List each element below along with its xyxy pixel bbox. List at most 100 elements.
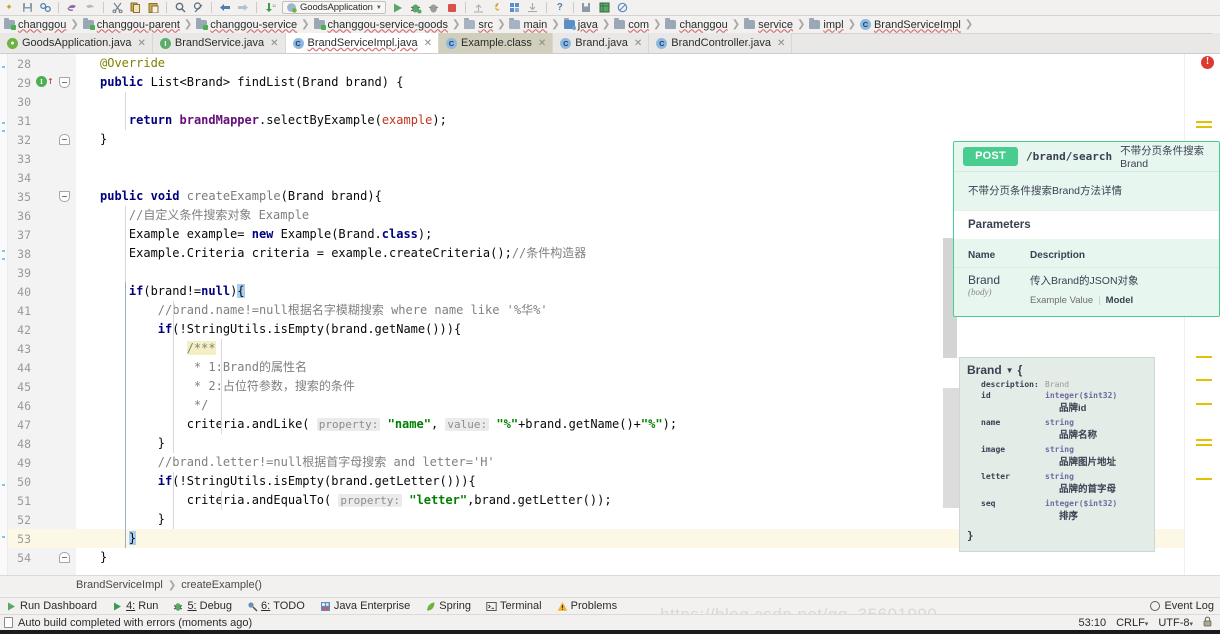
save-icon[interactable] (19, 1, 35, 15)
field-description: 品牌名称 (1059, 430, 1098, 441)
back-icon[interactable] (217, 1, 233, 15)
navbar-item-impl[interactable]: impl (807, 16, 845, 33)
navbar-item-changgou-service-goods[interactable]: changgou-service-goods (312, 16, 450, 33)
swagger-operation-block[interactable]: POST /brand/search 不带分页条件搜索Brand 不带分页条件搜… (953, 141, 1220, 317)
package-icon (614, 18, 626, 29)
gutter-line: 49 (8, 453, 76, 472)
gutter-line: 52 (8, 510, 76, 529)
field-key: id (981, 391, 991, 400)
debug-button[interactable] (408, 1, 424, 15)
implementing-method-icon[interactable]: I (36, 76, 47, 87)
class-icon: C (656, 37, 668, 49)
gutter-line: 50 (8, 472, 76, 491)
compile-icon[interactable]: 11 (262, 1, 278, 15)
toolwindow-debug[interactable]: 5: Debug (167, 598, 241, 614)
fold-toggle-icon[interactable] (59, 191, 70, 202)
replace-icon[interactable] (190, 1, 206, 15)
help-icon[interactable]: ? (552, 1, 568, 15)
navbar-item-com[interactable]: com (612, 16, 651, 33)
field-key: seq (981, 499, 996, 508)
toolbar-divider (572, 2, 574, 13)
toolwindow-java-enterprise[interactable]: Java Enterprise (314, 598, 419, 614)
cut-icon[interactable] (109, 1, 125, 15)
lock-icon[interactable] (1203, 616, 1212, 630)
redo-icon[interactable] (82, 1, 98, 15)
navbar-item-brandserviceimpl[interactable]: C BrandServiceImpl (858, 16, 963, 33)
database-icon[interactable] (597, 1, 613, 15)
event-log-area[interactable]: Event Log (1150, 600, 1220, 612)
navbar-item-changgou-service[interactable]: changgou-service (194, 16, 299, 33)
run-configuration-selector[interactable]: GoodsApplication ▼ (282, 1, 386, 14)
run-button[interactable] (390, 1, 406, 15)
toolbar-divider (464, 2, 466, 13)
line-number: 40 (17, 284, 31, 299)
error-badge-icon[interactable]: ! (1201, 56, 1214, 69)
fold-toggle-icon[interactable] (59, 134, 70, 145)
navbar-item-service[interactable]: service (742, 16, 795, 33)
project-structure-icon[interactable] (507, 1, 523, 15)
navbar-item-changgou-parent[interactable]: changgou-parent (81, 16, 182, 33)
tab-brand[interactable]: C Brand.java ✕ (553, 33, 650, 53)
swagger-ui-overlay[interactable]: POST /brand/search 不带分页条件搜索Brand 不带分页条件搜… (943, 135, 1220, 577)
close-icon[interactable]: ✕ (137, 38, 145, 49)
toolwindow-terminal[interactable]: Terminal (480, 598, 551, 614)
navbar-item-java[interactable]: java (562, 16, 600, 33)
forward-icon[interactable] (235, 1, 251, 15)
copy-icon[interactable] (127, 1, 143, 15)
navbar-item-changgou[interactable]: changgou (2, 16, 68, 33)
settings-icon[interactable] (489, 1, 505, 15)
file-encoding[interactable]: UTF-8▾ (1158, 617, 1193, 629)
swagger-operation-header[interactable]: POST /brand/search 不带分页条件搜索Brand (954, 142, 1219, 172)
model-schema-panel[interactable]: Brand ▼ { description: Brand id integer($i… (959, 357, 1155, 552)
close-icon[interactable]: ✕ (270, 38, 278, 49)
breadcrumb[interactable]: BrandServiceImpl ❯ createExample() (0, 575, 1220, 594)
sync-icon[interactable] (37, 1, 53, 15)
tab-goodsapplication[interactable]: ● GoodsApplication.java ✕ (0, 33, 153, 53)
fold-toggle-icon[interactable] (59, 77, 70, 88)
paste-icon[interactable] (145, 1, 161, 15)
breadcrumb-method[interactable]: createExample() (181, 579, 262, 591)
search-everywhere-icon[interactable] (525, 1, 541, 15)
update-project-icon[interactable] (471, 1, 487, 15)
schema-view-tabs[interactable]: Example Value | Model (1030, 295, 1139, 306)
field-key: letter (981, 472, 1010, 481)
chevron-down-icon[interactable]: ▼ (376, 5, 382, 11)
toolwindow-run-dashboard[interactable]: Run Dashboard (0, 598, 106, 614)
model-tab[interactable]: Model (1106, 295, 1133, 306)
undo-icon[interactable] (64, 1, 80, 15)
close-icon[interactable]: ✕ (424, 38, 432, 49)
close-icon[interactable]: ✕ (777, 38, 785, 49)
example-value-tab[interactable]: Example Value (1030, 295, 1093, 306)
caret-position[interactable]: 53:10 (1079, 617, 1107, 629)
warning-icon (557, 601, 568, 612)
breadcrumb-class[interactable]: BrandServiceImpl (76, 579, 163, 591)
save-all-icon[interactable]: ✦ (1, 1, 17, 15)
navbar-item-main[interactable]: main (507, 16, 549, 33)
code-line: return brandMapper.selectByExample(examp… (76, 111, 1184, 130)
search-icon[interactable] (172, 1, 188, 15)
toolwindow-run[interactable]: 4: Run (106, 598, 167, 614)
tab-brandservice[interactable]: I BrandService.java ✕ (152, 33, 286, 53)
toolwindow-spring[interactable]: Spring (419, 598, 480, 614)
toolbar-divider (58, 2, 59, 13)
tab-brandcontroller[interactable]: C BrandController.java ✕ (649, 33, 793, 53)
toolwindow-todo[interactable]: 6: TODO (241, 598, 314, 614)
line-separator[interactable]: CRLF▾ (1116, 617, 1148, 629)
save-as-icon[interactable] (579, 1, 595, 15)
status-message: Auto build completed with errors (moment… (18, 616, 253, 629)
no-entry-icon[interactable] (615, 1, 631, 15)
navbar-item-changgou-pkg[interactable]: changgou (663, 16, 729, 33)
editor-gutter[interactable]: 28 29 I ↑ 30 31 32 33 34 35 36 37 38 39 40… (8, 54, 76, 575)
navbar-item-src[interactable]: src (462, 16, 495, 33)
close-icon[interactable]: ✕ (634, 38, 642, 49)
tab-brandserviceimpl[interactable]: C BrandServiceImpl.java ✕ (285, 33, 439, 53)
close-icon[interactable]: ✕ (538, 38, 546, 49)
stop-button[interactable] (444, 1, 460, 15)
event-log-label[interactable]: Event Log (1164, 600, 1214, 612)
run-with-coverage-button[interactable] (426, 1, 442, 15)
model-title-row[interactable]: Brand ▼ { (967, 363, 1147, 377)
fold-toggle-icon[interactable] (59, 552, 70, 563)
tab-example-class[interactable]: C Example.class ✕ (438, 33, 554, 53)
toolwindow-problems[interactable]: Problems (551, 598, 626, 614)
chevron-down-icon[interactable]: ▼ (1006, 366, 1014, 375)
